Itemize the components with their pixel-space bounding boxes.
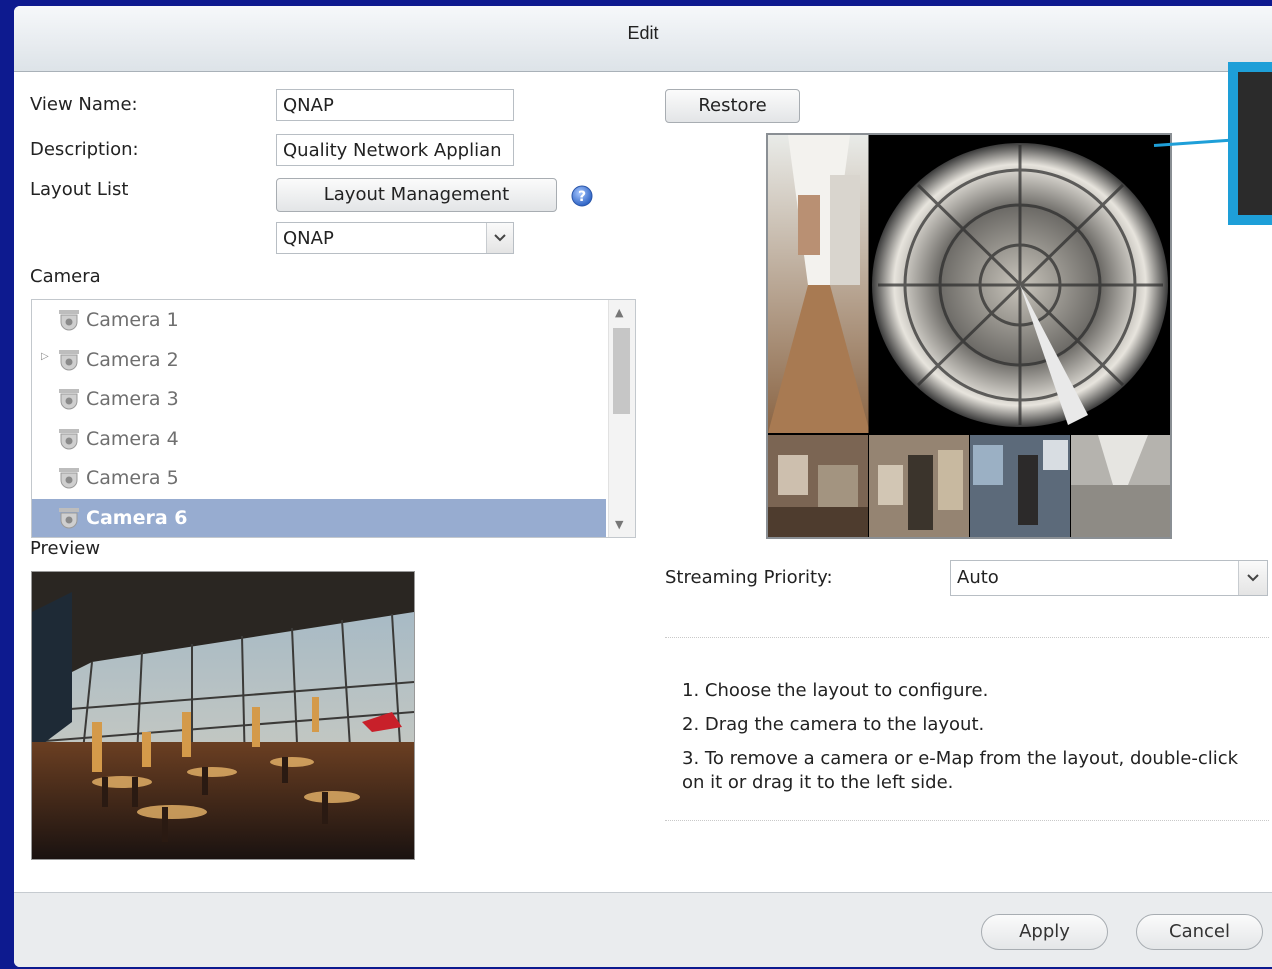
preview-label: Preview bbox=[30, 538, 101, 559]
chevron-down-icon bbox=[486, 223, 513, 253]
camera-list[interactable]: Camera 1 ▷ Camera 2 Camera 3 Camera 4 Camera … bbox=[31, 299, 636, 538]
scroll-up-icon[interactable]: ▲ bbox=[615, 306, 623, 319]
layout-select[interactable]: QNAP bbox=[276, 222, 514, 254]
camera-icon bbox=[58, 507, 80, 531]
callout-box bbox=[1228, 62, 1272, 225]
scroll-down-icon[interactable]: ▼ bbox=[615, 518, 623, 531]
camera-icon bbox=[58, 349, 80, 373]
expand-arrow-icon[interactable]: ▷ bbox=[41, 351, 49, 362]
layout-management-button[interactable]: Layout Management bbox=[276, 178, 557, 212]
dialog-footer: Apply Cancel bbox=[14, 892, 1272, 967]
camera-list-item[interactable]: Camera 3 bbox=[32, 380, 606, 418]
divider bbox=[665, 820, 1269, 821]
dialog-title: Edit bbox=[627, 23, 659, 43]
camera-list-item[interactable]: ▷ Camera 2 bbox=[32, 341, 606, 379]
camera-item-label: Camera 6 bbox=[86, 507, 188, 529]
svg-text:?: ? bbox=[578, 189, 586, 205]
camera-item-label: Camera 1 bbox=[86, 309, 179, 331]
view-name-label: View Name: bbox=[30, 94, 138, 115]
description-input[interactable]: Quality Network Applian bbox=[276, 134, 514, 166]
camera-icon bbox=[58, 467, 80, 491]
apply-button[interactable]: Apply bbox=[981, 914, 1108, 950]
camera-preview-image bbox=[31, 571, 415, 860]
instruction-1: 1. Choose the layout to configure. bbox=[682, 680, 989, 701]
camera-list-scrollbar[interactable]: ▲ ▼ bbox=[608, 300, 635, 537]
camera-list-item[interactable]: Camera 6 bbox=[32, 499, 606, 537]
camera-icon bbox=[58, 388, 80, 412]
camera-item-label: Camera 3 bbox=[86, 388, 179, 411]
layout-list-label: Layout List bbox=[30, 179, 129, 200]
chevron-down-icon bbox=[1238, 561, 1267, 595]
layout-cell-4 bbox=[869, 435, 969, 537]
camera-item-label: Camera 5 bbox=[86, 467, 179, 490]
streaming-priority-value: Auto bbox=[957, 567, 999, 588]
dialog-titlebar: Edit bbox=[14, 6, 1272, 72]
camera-item-label: Camera 4 bbox=[86, 427, 179, 450]
cancel-button[interactable]: Cancel bbox=[1136, 914, 1263, 950]
instruction-2: 2. Drag the camera to the layout. bbox=[682, 714, 985, 735]
camera-icon bbox=[58, 309, 80, 333]
camera-item-label: Camera 2 bbox=[86, 348, 179, 371]
restore-button[interactable]: Restore bbox=[665, 89, 800, 123]
layout-cell-5 bbox=[970, 435, 1070, 537]
camera-list-item[interactable]: Camera 4 bbox=[32, 420, 606, 458]
camera-section-label: Camera bbox=[30, 266, 101, 287]
help-icon[interactable]: ? bbox=[571, 185, 593, 207]
view-name-input[interactable]: QNAP bbox=[276, 89, 514, 121]
layout-cell-3 bbox=[768, 435, 868, 537]
camera-icon bbox=[58, 428, 80, 452]
camera-list-item[interactable]: Camera 1 bbox=[32, 301, 606, 339]
layout-cell-6 bbox=[1071, 435, 1170, 537]
description-label: Description: bbox=[30, 139, 139, 160]
layout-cell-1 bbox=[768, 135, 870, 433]
scrollbar-thumb[interactable] bbox=[613, 328, 630, 414]
instruction-3: 3. To remove a camera or e-Map from the … bbox=[682, 748, 1239, 793]
divider bbox=[665, 637, 1269, 638]
edit-dialog: Edit View Name: QNAP Description: Qualit… bbox=[14, 6, 1272, 967]
layout-cell-2 bbox=[872, 135, 1170, 433]
layout-select-value: QNAP bbox=[283, 228, 334, 249]
streaming-priority-select[interactable]: Auto bbox=[950, 560, 1268, 596]
camera-list-item[interactable]: Camera 5 bbox=[32, 459, 606, 497]
streaming-priority-label: Streaming Priority: bbox=[665, 567, 833, 588]
layout-grid[interactable] bbox=[766, 133, 1172, 539]
